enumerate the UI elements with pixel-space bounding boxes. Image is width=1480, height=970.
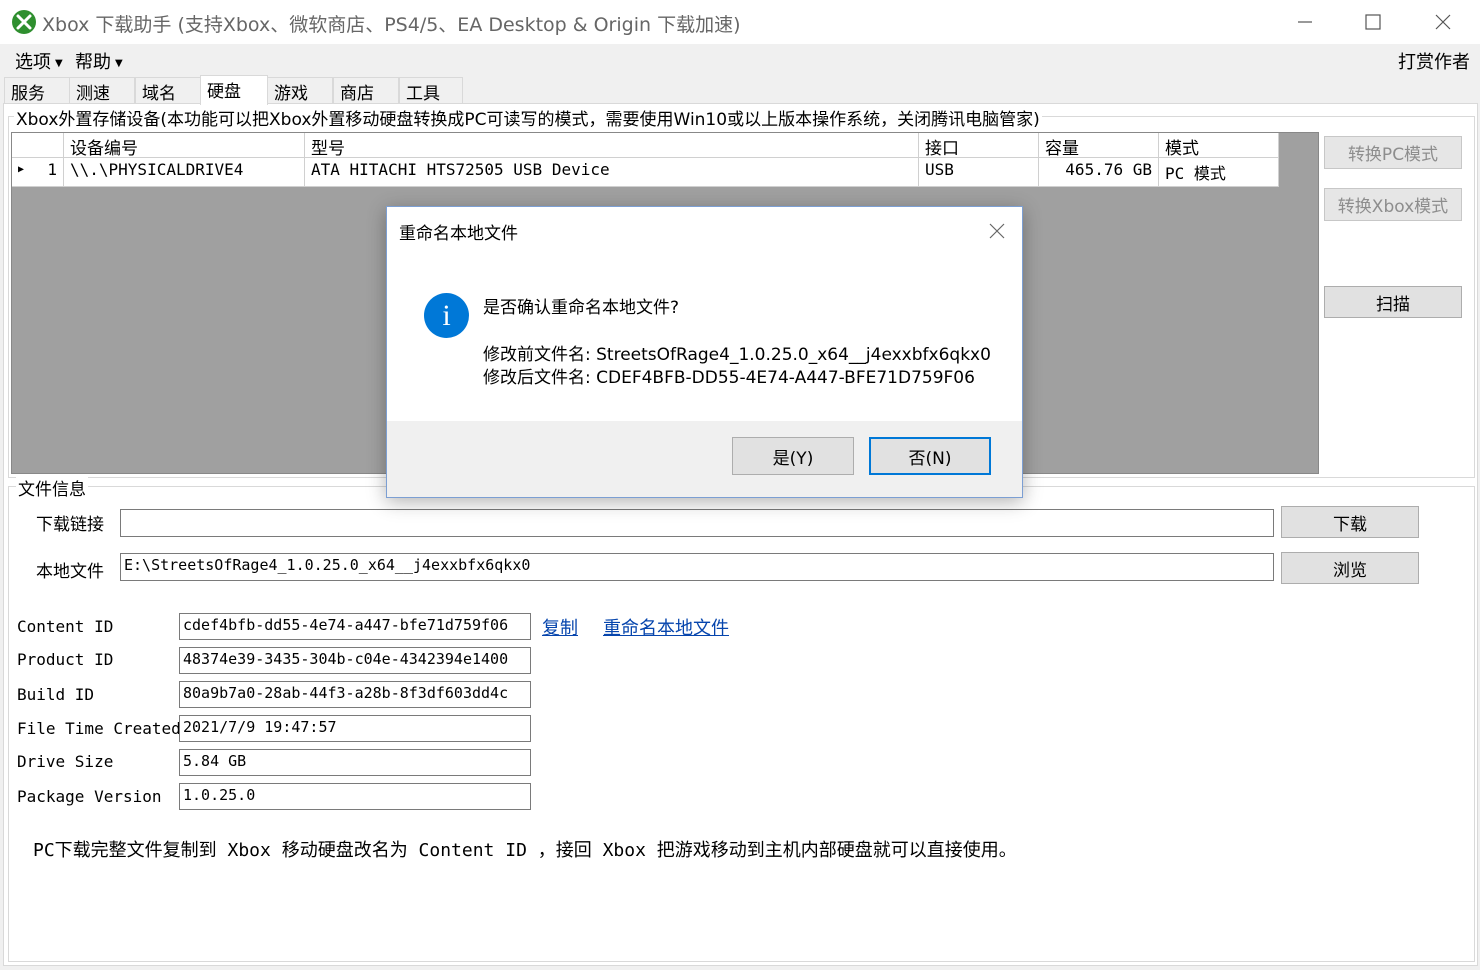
package-version-field[interactable]: 1.0.25.0 — [179, 783, 531, 810]
column-header-interface[interactable]: 接口 — [919, 133, 1039, 158]
dialog-before-line: 修改前文件名: StreetsOfRage4_1.0.25.0_x64__j4e… — [483, 345, 991, 365]
minimize-button[interactable] — [1270, 0, 1340, 44]
browse-button[interactable]: 浏览 — [1281, 552, 1419, 584]
tab-disk[interactable]: 硬盘 — [200, 75, 268, 105]
cell-capacity[interactable]: 465.76 GB — [1039, 158, 1159, 187]
close-icon — [1435, 14, 1451, 30]
menu-reward-author[interactable]: 打赏作者 — [1398, 48, 1470, 74]
copy-link[interactable]: 复制 — [542, 614, 578, 640]
local-file-input[interactable]: E:\StreetsOfRage4_1.0.25.0_x64__j4exxbfx… — [120, 553, 1274, 581]
local-file-label: 本地文件 — [36, 562, 104, 582]
dialog-before-value: StreetsOfRage4_1.0.25.0_x64__j4exxbfx6qk… — [596, 345, 991, 365]
file-time-created-label: File Time Created — [17, 719, 181, 738]
drive-size-label: Drive Size — [17, 752, 114, 771]
minimize-icon — [1298, 21, 1312, 23]
download-link-label: 下载链接 — [36, 515, 104, 535]
info-icon: i — [424, 293, 469, 338]
content-id-field[interactable]: cdef4bfb-dd55-4e74-a447-bfe71d759f06 — [179, 613, 531, 640]
tab-store[interactable]: 商店 — [333, 77, 399, 104]
build-id-label: Build ID — [17, 685, 95, 704]
rename-confirm-dialog: 重命名本地文件 i 是否确认重命名本地文件? 修改前文件名: StreetsOf… — [386, 206, 1023, 498]
scan-button[interactable]: 扫描 — [1324, 286, 1462, 318]
column-header-device[interactable]: 设备编号 — [64, 133, 305, 158]
download-link-input[interactable] — [120, 509, 1274, 537]
maximize-icon — [1365, 14, 1381, 30]
column-header-model[interactable]: 型号 — [305, 133, 919, 158]
row-selector-icon: ▶ — [18, 164, 25, 175]
storage-group-title: Xbox外置存储设备(本功能可以把Xbox外置移动硬盘转换成PC可读写的模式，需… — [14, 105, 1042, 130]
product-id-field[interactable]: 48374e39-3435-304b-c04e-4342394e1400 — [179, 647, 531, 674]
dialog-question: 是否确认重命名本地文件? — [483, 298, 680, 318]
column-header-capacity[interactable]: 容量 — [1039, 133, 1159, 158]
maximize-button[interactable] — [1338, 0, 1408, 44]
dialog-after-value: CDEF4BFB-DD55-4E74-A447-BFE71D759F06 — [596, 368, 975, 388]
dialog-after-line: 修改后文件名: CDEF4BFB-DD55-4E74-A447-BFE71D75… — [483, 368, 975, 388]
table-row[interactable]: ▶ 1 \\.\PHYSICALDRIVE4 ATA HITACHI HTS72… — [12, 158, 1279, 187]
xbox-logo-icon — [12, 10, 36, 34]
dialog-title: 重命名本地文件 — [399, 224, 518, 244]
cell-interface[interactable]: USB — [919, 158, 1039, 187]
menu-bar — [0, 44, 1480, 76]
rename-local-file-link[interactable]: 重命名本地文件 — [603, 614, 729, 640]
grid-corner-header — [12, 133, 64, 158]
convert-xbox-mode-button[interactable]: 转换Xbox模式 — [1324, 188, 1462, 221]
cell-model[interactable]: ATA HITACHI HTS72505 USB Device — [305, 158, 919, 187]
dropdown-arrow-icon: ▼ — [115, 57, 123, 69]
tab-speedtest[interactable]: 测速 — [69, 77, 135, 104]
close-button[interactable] — [1408, 0, 1478, 44]
product-id-label: Product ID — [17, 650, 114, 669]
drive-size-field[interactable]: 5.84 GB — [179, 749, 531, 776]
download-button[interactable]: 下载 — [1281, 506, 1419, 538]
tab-tools[interactable]: 工具 — [399, 77, 463, 104]
window-title: Xbox 下载助手 (支持Xbox、微软商店、PS4/5、EA Desktop … — [42, 14, 741, 36]
device-grid-header: 设备编号 型号 接口 容量 模式 — [12, 133, 1279, 158]
menu-options[interactable]: 选项 ▼ — [15, 48, 63, 74]
row-header[interactable]: ▶ 1 — [12, 158, 64, 187]
usage-note: PC下载完整文件复制到 Xbox 移动硬盘改名为 Content ID ，接回 … — [33, 840, 1017, 861]
tab-service[interactable]: 服务 — [4, 77, 70, 104]
file-time-created-field[interactable]: 2021/7/9 19:47:57 — [179, 715, 531, 742]
column-header-mode[interactable]: 模式 — [1159, 133, 1279, 158]
file-info-group-title: 文件信息 — [16, 475, 88, 500]
yes-button[interactable]: 是(Y) — [732, 437, 854, 475]
cell-device[interactable]: \\.\PHYSICALDRIVE4 — [64, 158, 305, 187]
dialog-close-button[interactable] — [985, 219, 1009, 243]
dialog-footer: 是(Y) 否(N) — [387, 421, 1022, 497]
content-id-label: Content ID — [17, 617, 114, 636]
tab-domain[interactable]: 域名 — [135, 77, 201, 104]
no-button[interactable]: 否(N) — [869, 437, 991, 475]
package-version-label: Package Version — [17, 787, 162, 806]
build-id-field[interactable]: 80a9b7a0-28ab-44f3-a28b-8f3df603dd4c — [179, 681, 531, 708]
close-icon — [989, 223, 1005, 239]
cell-mode[interactable]: PC 模式 — [1159, 158, 1279, 187]
menu-help[interactable]: 帮助 ▼ — [75, 48, 123, 74]
tab-game[interactable]: 游戏 — [267, 77, 333, 104]
convert-pc-mode-button[interactable]: 转换PC模式 — [1324, 136, 1462, 169]
dropdown-arrow-icon: ▼ — [55, 57, 63, 69]
